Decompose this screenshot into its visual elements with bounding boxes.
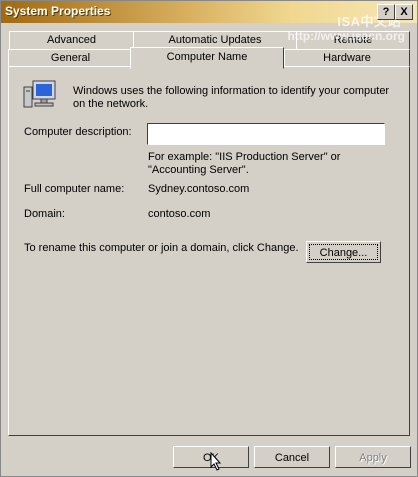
computer-icon [23, 80, 56, 108]
intro-text: Windows uses the following information t… [73, 85, 390, 110]
mouse-pointer-icon [210, 452, 222, 471]
change-button[interactable]: Change... [306, 241, 381, 263]
computer-description-input[interactable] [147, 123, 385, 145]
title-bar[interactable]: System Properties ISA中文站 ? X [1, 1, 417, 29]
domain-label: Domain: [24, 208, 65, 220]
cancel-button[interactable]: Cancel [254, 446, 330, 468]
full-name-label: Full computer name: [24, 183, 125, 195]
example-text: For example: "IIS Production Server" or … [148, 151, 341, 176]
domain-value: contoso.com [148, 208, 211, 220]
close-button[interactable]: X [395, 4, 413, 20]
watermark-url: http://www.isacn.org [287, 29, 405, 43]
apply-button[interactable]: Apply [335, 446, 411, 468]
rename-instruction: To rename this computer or join a domain… [24, 242, 299, 254]
full-name-value: Sydney.contoso.com [148, 183, 250, 195]
system-properties-window: System Properties ISA中文站 ? X Advanced Au… [0, 0, 418, 477]
description-label: Computer description: [24, 126, 132, 138]
window-title: System Properties [5, 4, 111, 18]
help-button[interactable]: ? [377, 4, 395, 20]
tab-advanced[interactable]: Advanced [9, 31, 134, 50]
tab-computer-name[interactable]: Computer Name [130, 47, 284, 69]
